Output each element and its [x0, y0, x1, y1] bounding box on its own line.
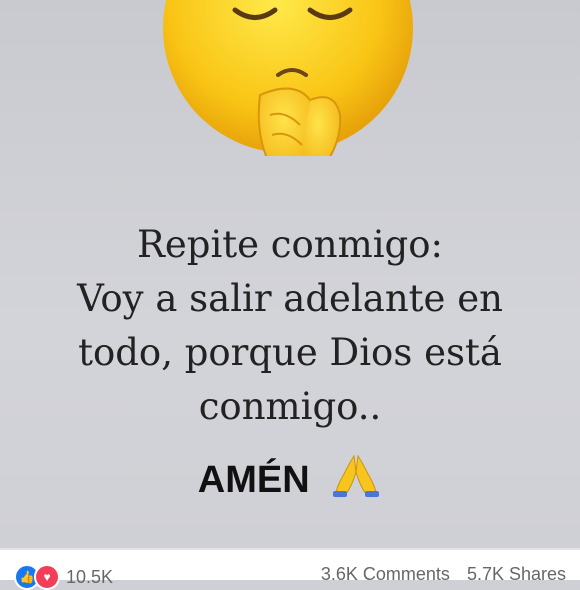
message-line: todo, porque Dios está — [78, 331, 502, 374]
comments-count-link[interactable]: 3.6K Comments — [321, 564, 450, 584]
post-image[interactable]: Repite conmigo: Voy a salir adelante en … — [0, 0, 580, 548]
post-message: Repite conmigo: Voy a salir adelante en … — [0, 218, 580, 434]
message-line: conmigo.. — [198, 385, 382, 428]
amen-text: AMÉN — [197, 459, 310, 501]
shares-count-link[interactable]: 5.7K Shares — [467, 564, 566, 584]
love-reaction-icon: ♥ — [34, 564, 60, 590]
praying-hands-icon — [333, 454, 380, 497]
post-stats-bar: 👍 ♥ 10.5K 3.6K Comments 5.7K Shares — [0, 550, 580, 590]
engagement-counts: 3.6K Comments 5.7K Shares — [309, 564, 566, 585]
message-line: Voy a salir adelante en — [77, 277, 503, 320]
reactions-summary[interactable]: 👍 ♥ 10.5K — [14, 564, 113, 590]
reactions-count: 10.5K — [66, 566, 114, 587]
amen-line: AMÉN — [0, 452, 580, 502]
message-line: Repite conmigo: — [137, 223, 443, 266]
praying-face-emoji-icon — [163, 0, 413, 156]
